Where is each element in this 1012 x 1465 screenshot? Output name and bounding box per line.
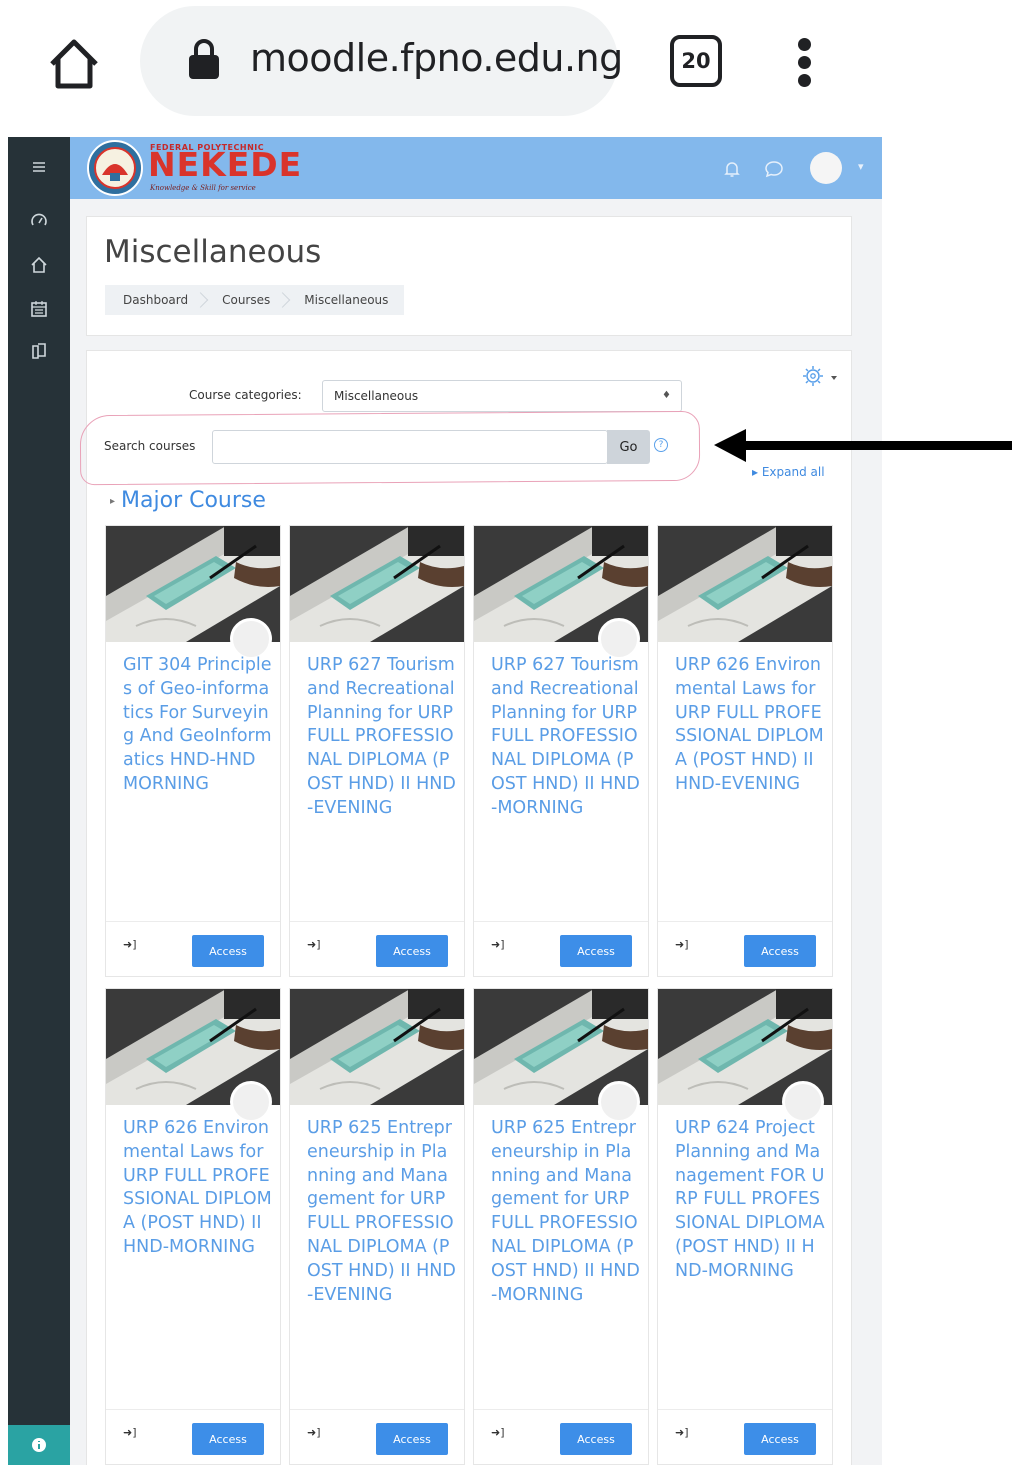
info-icon[interactable] xyxy=(8,1425,70,1465)
bell-icon[interactable] xyxy=(721,158,743,180)
card-footer: ➜] Access xyxy=(106,1409,280,1465)
enrol-icon: ➜] xyxy=(307,938,321,951)
chevron-down-icon[interactable]: ▾ xyxy=(858,160,864,173)
search-input[interactable] xyxy=(212,430,608,464)
section-title[interactable]: Major Course xyxy=(121,488,266,513)
course-image[interactable] xyxy=(658,526,832,642)
arrow-annotation-icon xyxy=(714,429,1012,462)
lock-icon[interactable] xyxy=(188,38,220,80)
course-card: URP 627 Tourism and Recreational Plannin… xyxy=(289,525,465,977)
private-files-icon[interactable] xyxy=(8,333,70,369)
menu-icon[interactable] xyxy=(790,36,820,88)
enrol-icon: ➜] xyxy=(491,1426,505,1439)
card-footer: ➜] Access xyxy=(474,921,648,977)
course-title[interactable]: URP 624 Project Planning and Management … xyxy=(675,1117,825,1284)
url-text[interactable]: moodle.fpno.edu.ng xyxy=(250,36,623,80)
enrol-icon: ➜] xyxy=(307,1426,321,1439)
go-button[interactable]: Go xyxy=(607,430,650,464)
enrol-icon: ➜] xyxy=(123,938,137,951)
breadcrumb: Dashboard Courses Miscellaneous xyxy=(105,285,405,315)
calendar-icon[interactable] xyxy=(8,291,70,327)
access-button[interactable]: Access xyxy=(744,935,816,967)
course-card: URP 626 Environmental Laws for URP FULL … xyxy=(105,988,281,1465)
hamburger-icon[interactable] xyxy=(8,149,70,185)
course-card: URP 627 Tourism and Recreational Plannin… xyxy=(473,525,649,977)
course-title[interactable]: URP 625 Entrepreneurship in Planning and… xyxy=(307,1117,457,1307)
section-major-course[interactable]: ▸ Major Course xyxy=(110,488,266,513)
logo-tagline: Knowledge & Skill for service xyxy=(150,184,256,192)
course-image[interactable] xyxy=(290,526,464,642)
course-card: URP 625 Entrepreneurship in Planning and… xyxy=(473,988,649,1465)
access-button[interactable]: Access xyxy=(560,1423,632,1455)
chat-icon[interactable] xyxy=(763,158,785,180)
search-label: Search courses xyxy=(104,439,196,453)
course-title[interactable]: GIT 304 Principles of Geo-informatics Fo… xyxy=(123,654,273,797)
logo-main-text[interactable]: NEKEDE xyxy=(148,147,302,183)
course-card: URP 625 Entrepreneurship in Planning and… xyxy=(289,988,465,1465)
select-arrows-icon[interactable]: ♦ xyxy=(662,390,671,401)
enrol-icon: ➜] xyxy=(675,938,689,951)
course-title[interactable]: URP 627 Tourism and Recreational Plannin… xyxy=(307,654,457,821)
course-title[interactable]: URP 626 Environmental Laws for URP FULL … xyxy=(123,1117,273,1260)
dashboard-icon[interactable] xyxy=(8,203,70,239)
course-title[interactable]: URP 625 Entrepreneurship in Planning and… xyxy=(491,1117,641,1307)
access-button[interactable]: Access xyxy=(192,935,264,967)
access-button[interactable]: Access xyxy=(376,1423,448,1455)
breadcrumb-courses[interactable]: Courses xyxy=(204,293,286,307)
logo-emblem[interactable] xyxy=(86,139,144,197)
user-avatar[interactable] xyxy=(810,152,842,184)
card-footer: ➜] Access xyxy=(290,921,464,977)
breadcrumb-dashboard[interactable]: Dashboard xyxy=(105,293,204,307)
home-icon[interactable] xyxy=(44,34,104,94)
tabs-button[interactable]: 20 xyxy=(670,35,722,87)
course-image[interactable] xyxy=(290,989,464,1105)
card-footer: ➜] Access xyxy=(474,1409,648,1465)
course-card: URP 626 Environmental Laws for URP FULL … xyxy=(657,525,833,977)
access-button[interactable]: Access xyxy=(560,935,632,967)
access-button[interactable]: Access xyxy=(744,1423,816,1455)
breadcrumb-miscellaneous[interactable]: Miscellaneous xyxy=(286,293,404,307)
enrol-icon: ➜] xyxy=(491,938,505,951)
site-home-icon[interactable] xyxy=(8,247,70,283)
card-footer: ➜] Access xyxy=(658,1409,832,1465)
help-icon[interactable]: ? xyxy=(654,438,668,452)
expand-all-label[interactable]: Expand all xyxy=(762,465,825,479)
course-title[interactable]: URP 627 Tourism and Recreational Plannin… xyxy=(491,654,641,821)
course-title[interactable]: URP 626 Environmental Laws for URP FULL … xyxy=(675,654,825,797)
course-card: GIT 304 Principles of Geo-informatics Fo… xyxy=(105,525,281,977)
enrol-icon: ➜] xyxy=(675,1426,689,1439)
card-footer: ➜] Access xyxy=(290,1409,464,1465)
page-title: Miscellaneous xyxy=(104,234,322,270)
access-button[interactable]: Access xyxy=(376,935,448,967)
top-navbar: FEDERAL POLYTECHNIC NEKEDE Knowledge & S… xyxy=(70,137,882,199)
access-button[interactable]: Access xyxy=(192,1423,264,1455)
expand-all-link[interactable]: ▸ Expand all xyxy=(752,465,825,479)
gear-icon[interactable] xyxy=(802,364,842,390)
category-label: Course categories: xyxy=(189,388,302,402)
card-footer: ➜] Access xyxy=(658,921,832,977)
card-footer: ➜] Access xyxy=(106,921,280,977)
enrol-icon: ➜] xyxy=(123,1426,137,1439)
category-select-value[interactable]: Miscellaneous xyxy=(334,389,418,403)
course-card: URP 624 Project Planning and Management … xyxy=(657,988,833,1465)
side-drawer xyxy=(8,137,70,1465)
caret-right-icon: ▸ xyxy=(110,495,116,507)
